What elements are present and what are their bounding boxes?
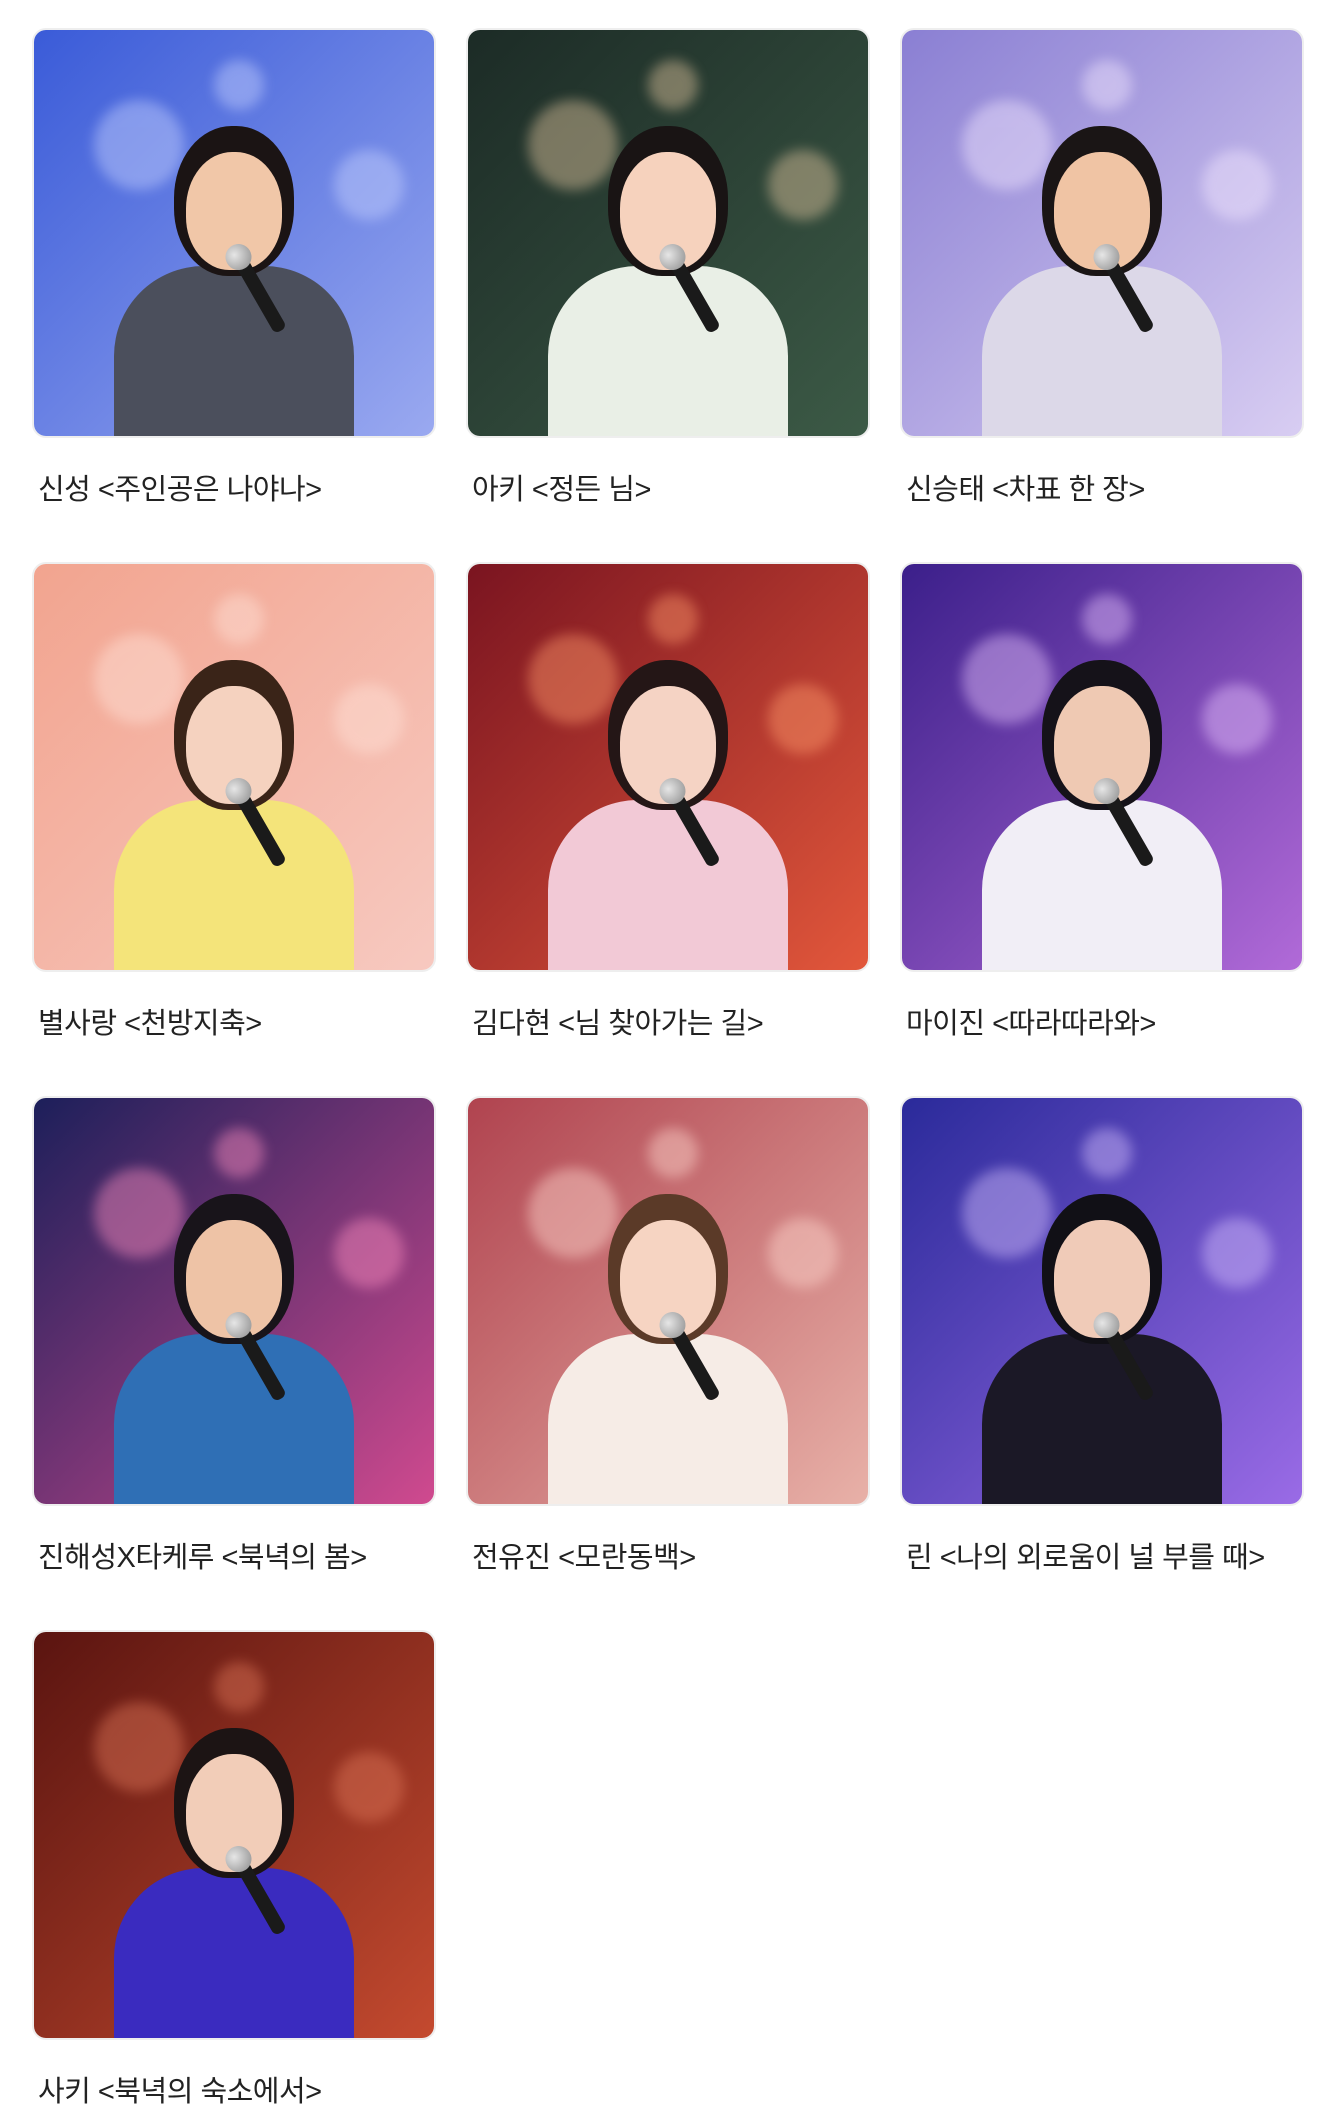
performer-figure xyxy=(104,650,364,970)
video-card[interactable]: 신성 <주인공은 나야나> xyxy=(32,28,436,508)
video-thumbnail[interactable] xyxy=(900,28,1304,438)
video-grid: 신성 <주인공은 나야나> 아키 <정든 님> 신승태 <차표 한 장> 별사랑 <천… xyxy=(0,0,1330,2128)
video-card[interactable]: 별사랑 <천방지축> xyxy=(32,562,436,1042)
performer-outfit xyxy=(114,1868,354,2038)
video-card[interactable]: 김다현 <님 찾아가는 길> xyxy=(466,562,870,1042)
stage-light xyxy=(1082,60,1132,110)
stage-light xyxy=(214,1128,264,1178)
performer-outfit xyxy=(548,266,788,436)
video-title[interactable]: 신승태 <차표 한 장> xyxy=(900,466,1304,508)
performer-figure xyxy=(104,116,364,436)
stage-light xyxy=(648,594,698,644)
video-title[interactable]: 전유진 <모란동백> xyxy=(466,1534,870,1576)
video-title[interactable]: 마이진 <따라따라와> xyxy=(900,1000,1304,1042)
video-title[interactable]: 사키 <북녁의 숙소에서> xyxy=(32,2068,436,2110)
video-title[interactable]: 아키 <정든 님> xyxy=(466,466,870,508)
performer-outfit xyxy=(548,800,788,970)
performer-figure xyxy=(972,650,1232,970)
video-card[interactable]: 전유진 <모란동백> xyxy=(466,1096,870,1576)
performer-figure xyxy=(538,1184,798,1504)
performer-figure xyxy=(104,1718,364,2038)
performer-figure xyxy=(972,116,1232,436)
performer-figure xyxy=(104,1184,364,1504)
performer-outfit xyxy=(982,1334,1222,1504)
video-card[interactable]: 신승태 <차표 한 장> xyxy=(900,28,1304,508)
stage-light xyxy=(648,1128,698,1178)
stage-light xyxy=(214,1662,264,1712)
performer-outfit xyxy=(982,800,1222,970)
performer-outfit xyxy=(982,266,1222,436)
video-card[interactable]: 아키 <정든 님> xyxy=(466,28,870,508)
video-title[interactable]: 진해성X타케루 <북녁의 봄> xyxy=(32,1534,436,1576)
stage-light xyxy=(214,60,264,110)
video-title[interactable]: 린 <나의 외로움이 널 부를 때> xyxy=(900,1534,1304,1576)
video-card[interactable]: 마이진 <따라따라와> xyxy=(900,562,1304,1042)
video-title[interactable]: 김다현 <님 찾아가는 길> xyxy=(466,1000,870,1042)
performer-outfit xyxy=(548,1334,788,1504)
video-thumbnail[interactable] xyxy=(32,1630,436,2040)
video-thumbnail[interactable] xyxy=(900,1096,1304,1506)
video-thumbnail[interactable] xyxy=(32,562,436,972)
video-thumbnail[interactable] xyxy=(466,562,870,972)
video-card[interactable]: 린 <나의 외로움이 널 부를 때> xyxy=(900,1096,1304,1576)
video-card[interactable]: 사키 <북녁의 숙소에서> xyxy=(32,1630,436,2110)
video-thumbnail[interactable] xyxy=(32,28,436,438)
performer-outfit xyxy=(114,266,354,436)
performer-figure xyxy=(538,116,798,436)
video-thumbnail[interactable] xyxy=(466,1096,870,1506)
video-thumbnail[interactable] xyxy=(32,1096,436,1506)
video-title[interactable]: 별사랑 <천방지축> xyxy=(32,1000,436,1042)
video-card[interactable]: 진해성X타케루 <북녁의 봄> xyxy=(32,1096,436,1576)
performer-outfit xyxy=(114,800,354,970)
performer-figure xyxy=(972,1184,1232,1504)
performer-figure xyxy=(538,650,798,970)
stage-light xyxy=(648,60,698,110)
video-thumbnail[interactable] xyxy=(466,28,870,438)
stage-light xyxy=(214,594,264,644)
video-title[interactable]: 신성 <주인공은 나야나> xyxy=(32,466,436,508)
stage-light xyxy=(1082,594,1132,644)
performer-outfit xyxy=(114,1334,354,1504)
stage-light xyxy=(1082,1128,1132,1178)
video-thumbnail[interactable] xyxy=(900,562,1304,972)
